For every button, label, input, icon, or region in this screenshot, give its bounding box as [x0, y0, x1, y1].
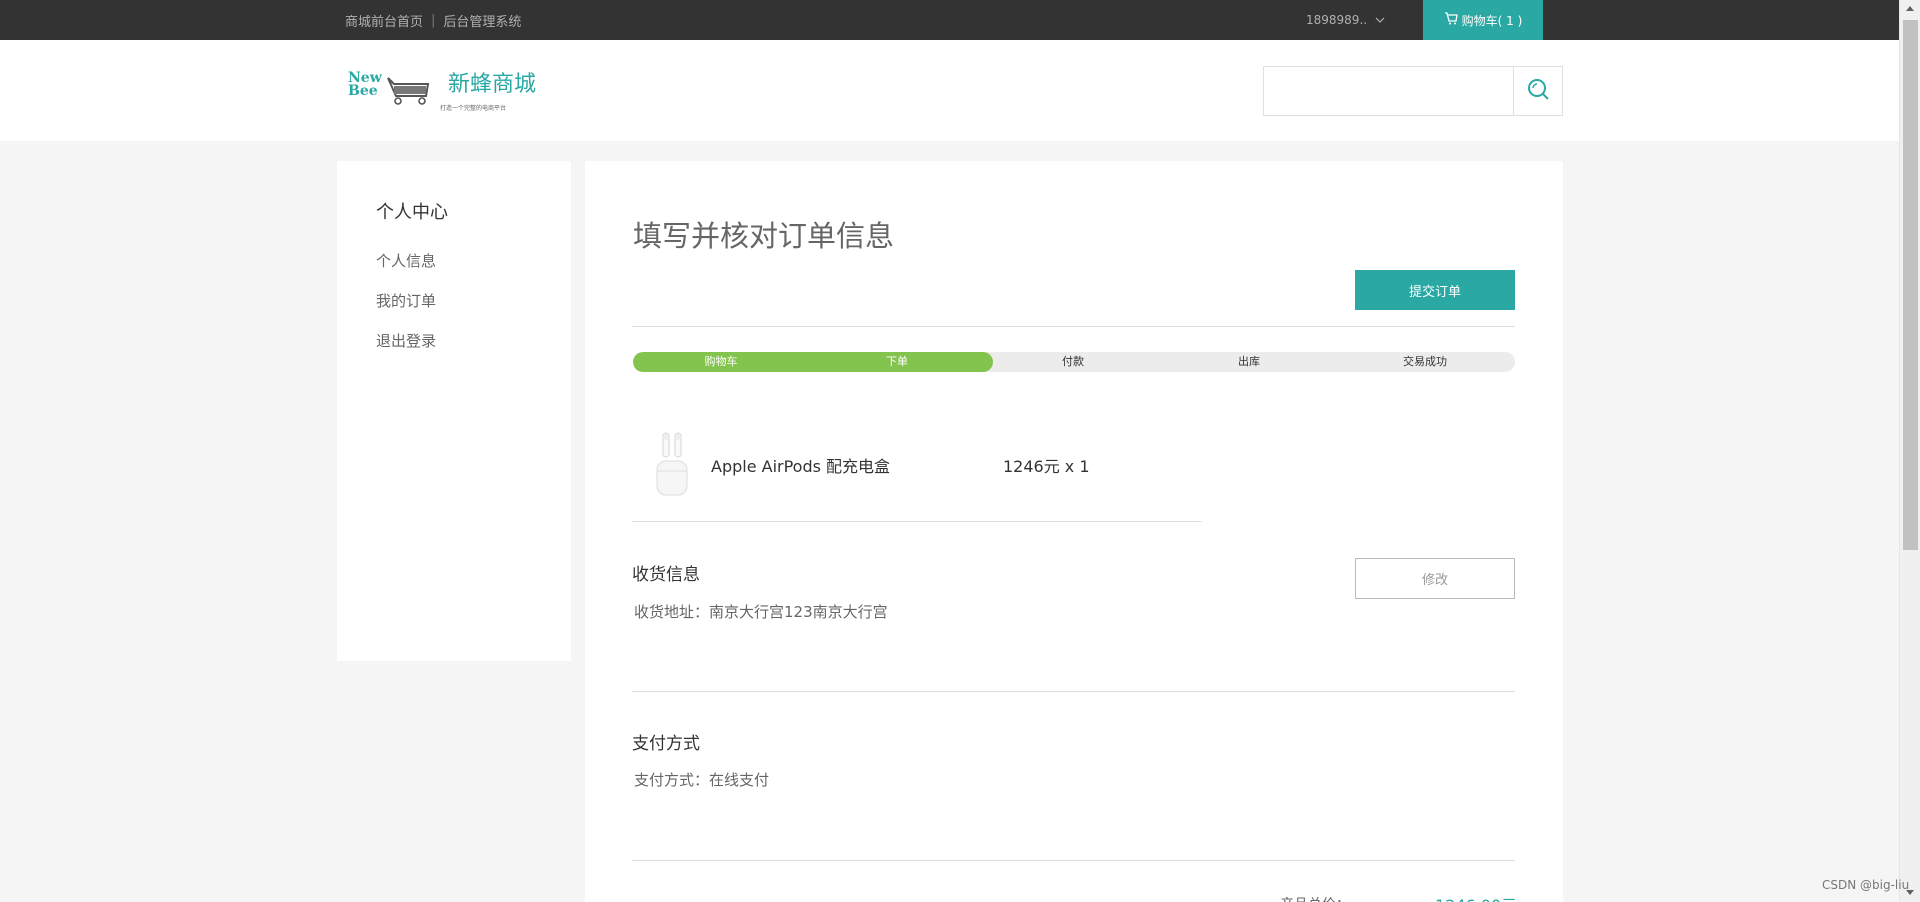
logo-mark: New Bee: [348, 71, 434, 112]
search-button[interactable]: [1514, 66, 1563, 116]
cart-logo-icon: [387, 77, 430, 105]
logo-mark-line2: Bee: [348, 83, 378, 99]
page-scrollbar[interactable]: [1899, 0, 1920, 902]
edit-address-button[interactable]: 修改: [1355, 558, 1515, 599]
divider: [632, 860, 1515, 861]
search-input[interactable]: [1263, 66, 1514, 116]
link-separator: |: [431, 12, 436, 28]
site-logo[interactable]: New Bee 新蜂商城 打造一个完整的电商平台: [348, 66, 562, 118]
progress-step: 购物车: [704, 355, 738, 368]
search-icon: [1526, 77, 1550, 105]
divider: [632, 326, 1515, 327]
progress-step: 付款: [1062, 355, 1084, 368]
page-title: 填写并核对订单信息: [633, 219, 895, 253]
product-name[interactable]: Apple AirPods 配充电盒: [711, 453, 890, 477]
user-center-sidebar: 个人中心 个人信息 我的订单 退出登录: [337, 161, 571, 661]
progress-step: 下单: [886, 355, 908, 368]
shipping-address: 收货地址：南京大行宫123南京大行宫: [634, 601, 888, 622]
payment-value: 在线支付: [709, 771, 770, 789]
order-confirm-panel: 填写并核对订单信息 提交订单 购物车 下单 付款 出库 交易成功 Apple AirPo…: [585, 161, 1563, 902]
scroll-up-icon[interactable]: [1906, 6, 1914, 11]
order-progress-bar: 购物车 下单 付款 出库 交易成功: [633, 352, 1515, 372]
cart-icon: [1444, 12, 1462, 28]
divider: [632, 691, 1515, 692]
site-header: New Bee 新蜂商城 打造一个完整的电商平台: [0, 40, 1899, 141]
submit-order-button[interactable]: 提交订单: [1355, 270, 1515, 310]
username: 1898989..: [1306, 13, 1368, 27]
sidebar-item-logout[interactable]: 退出登录: [376, 330, 436, 351]
progress-step: 交易成功: [1403, 355, 1447, 368]
cart-button[interactable]: 购物车( 1 ): [1423, 0, 1543, 40]
sidebar-title: 个人中心: [376, 202, 448, 223]
product-price-qty: 1246元 x 1: [1003, 457, 1090, 476]
watermark: CSDN @big-liu: [1822, 878, 1910, 892]
total-value: 1246.00元: [1435, 892, 1517, 902]
brand-slogan: 打造一个完整的电商平台: [440, 105, 507, 112]
total-label: 产品总价：: [1280, 894, 1350, 902]
payment-title: 支付方式: [632, 734, 700, 754]
user-menu[interactable]: 1898989..: [1306, 0, 1385, 40]
cart-label: 购物车( 1 ): [1461, 13, 1523, 28]
top-links: 商城前台首页 | 后台管理系统: [345, 0, 521, 40]
progress-step: 出库: [1238, 355, 1260, 368]
shipping-title: 收货信息: [632, 565, 700, 585]
product-image: [653, 431, 691, 497]
payment-method: 支付方式：在线支付: [634, 769, 769, 790]
brand-name: 新蜂商城: [448, 72, 537, 97]
sidebar-item-orders[interactable]: 我的订单: [376, 290, 436, 311]
sidebar-item-profile[interactable]: 个人信息: [376, 250, 436, 271]
payment-label: 支付方式：: [634, 771, 710, 789]
order-item: Apple AirPods 配充电盒 1246元 x 1: [633, 432, 1203, 497]
admin-link[interactable]: 后台管理系统: [443, 11, 521, 30]
home-link[interactable]: 商城前台首页: [345, 11, 423, 30]
address-label: 收货地址：: [634, 603, 710, 621]
search-bar: [1263, 66, 1563, 116]
chevron-down-icon: [1375, 15, 1385, 26]
address-value: 南京大行宫123南京大行宫: [709, 603, 888, 621]
top-bar: 商城前台首页 | 后台管理系统 1898989.. 购物车( 1 ): [0, 0, 1899, 40]
divider: [632, 521, 1202, 522]
scroll-thumb[interactable]: [1903, 20, 1918, 550]
